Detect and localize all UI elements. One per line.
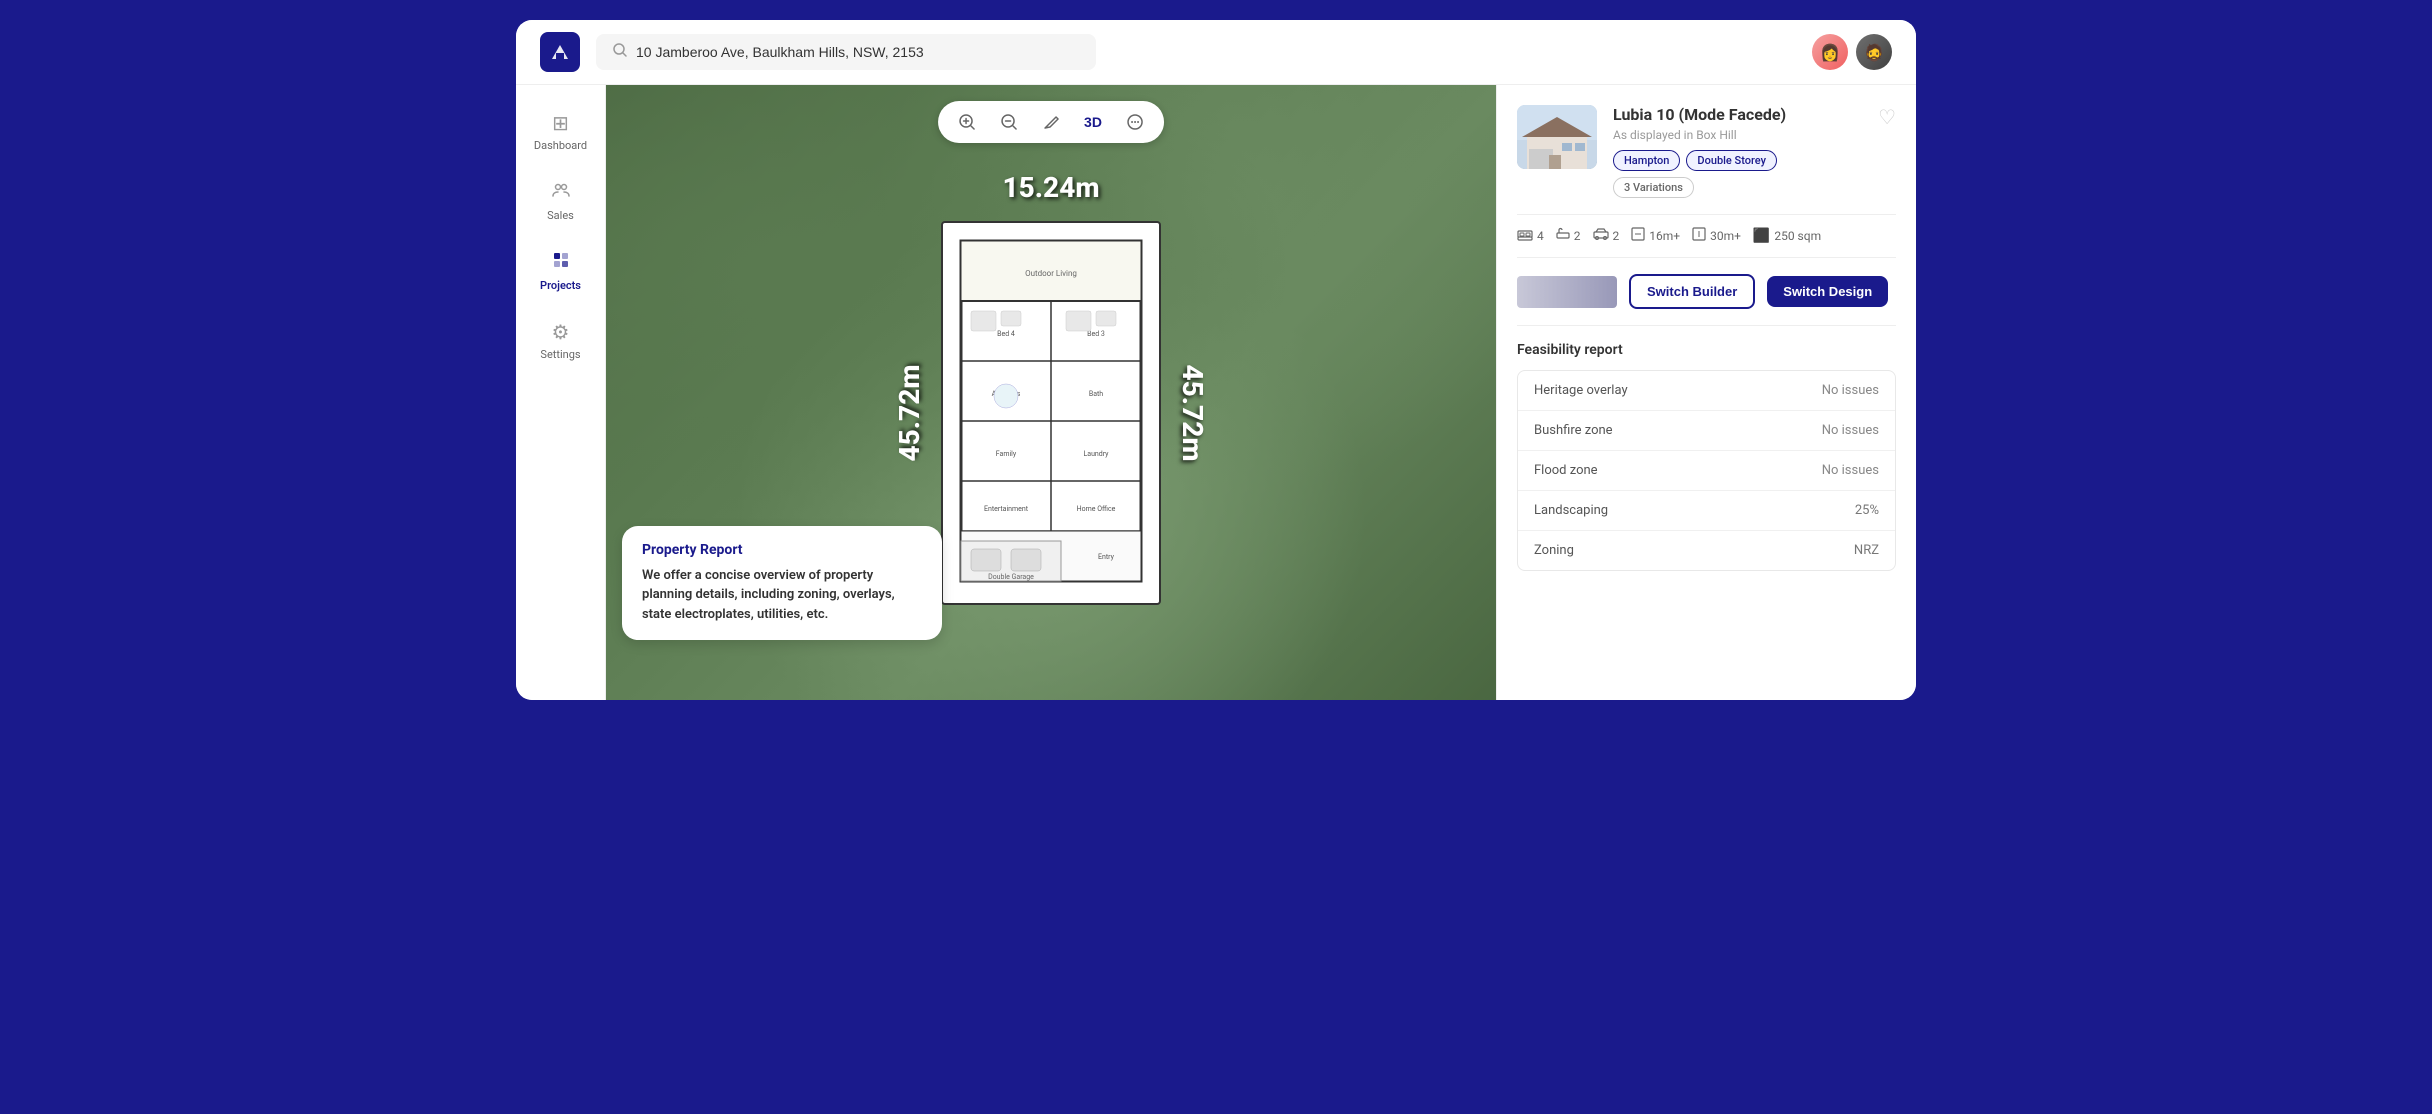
feasibility-row-flood: Flood zone No issues (1518, 451, 1895, 491)
top-bar-right: 👩 🧔 (1812, 34, 1892, 70)
svg-text:Entertainment: Entertainment (984, 505, 1029, 513)
svg-text:Bed 4: Bed 4 (997, 330, 1015, 338)
spec-cars-value: 2 (1613, 229, 1620, 243)
spec-cars: 2 (1593, 227, 1620, 245)
width-icon (1631, 227, 1645, 245)
content-area: 3D 15.24m (606, 85, 1916, 700)
sidebar-item-label-projects: Projects (540, 279, 581, 292)
sidebar-item-dashboard[interactable]: ⊞ Dashboard (525, 101, 597, 162)
feasibility-label-zoning: Zoning (1534, 543, 1574, 558)
depth-icon (1692, 227, 1706, 245)
spec-baths: 2 (1556, 227, 1581, 245)
car-icon (1593, 228, 1609, 244)
house-info: Lubia 10 (Mode Facede) As displayed in B… (1613, 105, 1862, 198)
main-layout: ⊞ Dashboard Sales (516, 85, 1916, 700)
switch-design-button[interactable]: Switch Design (1767, 276, 1888, 307)
feasibility-label-bushfire: Bushfire zone (1534, 423, 1613, 438)
sidebar-item-settings[interactable]: ⚙ Settings (525, 310, 597, 371)
property-report-bubble: Property Report We offer a concise overv… (622, 526, 942, 641)
svg-text:Entry: Entry (1098, 553, 1115, 561)
top-bar: 👩 🧔 (516, 20, 1916, 85)
switch-builder-button[interactable]: Switch Builder (1629, 274, 1755, 309)
tag-variations: 3 Variations (1613, 177, 1694, 198)
feasibility-title: Feasibility report (1517, 342, 1896, 358)
area-icon: ⬛ (1753, 228, 1770, 244)
feasibility-value-heritage: No issues (1822, 383, 1879, 398)
svg-text:Laundry: Laundry (1084, 450, 1110, 458)
sidebar-item-label-sales: Sales (547, 209, 574, 222)
spec-area: ⬛ 250 sqm (1753, 227, 1821, 245)
dimension-top: 15.24m (1002, 171, 1099, 204)
house-thumbnail (1517, 105, 1597, 169)
svg-text:Bed 3: Bed 3 (1087, 330, 1105, 338)
feasibility-row-zoning: Zoning NRZ (1518, 531, 1895, 570)
favorite-button[interactable]: ♡ (1878, 105, 1896, 130)
spec-beds: 4 (1517, 227, 1544, 245)
sidebar-item-label-settings: Settings (540, 348, 580, 361)
house-name: Lubia 10 (Mode Facede) (1613, 105, 1862, 124)
sidebar: ⊞ Dashboard Sales (516, 85, 606, 700)
house-subtext: As displayed in Box Hill (1613, 128, 1862, 142)
house-specs: 4 2 (1517, 214, 1896, 258)
feasibility-value-landscaping: 25% (1855, 503, 1879, 518)
search-input[interactable] (636, 44, 1080, 60)
feasibility-value-bushfire: No issues (1822, 423, 1879, 438)
spec-beds-value: 4 (1537, 229, 1544, 243)
tag-row: Hampton Double Storey 3 Variations (1613, 150, 1862, 198)
feasibility-row-heritage: Heritage overlay No issues (1518, 371, 1895, 411)
search-icon (612, 42, 628, 62)
svg-text:Bath: Bath (1089, 390, 1103, 398)
spec-width: 16m+ (1631, 227, 1680, 245)
tag-hampton: Hampton (1613, 150, 1680, 171)
feasibility-row-landscaping: Landscaping 25% (1518, 491, 1895, 531)
dimension-right: 45.72m (1176, 364, 1209, 461)
bath-icon (1556, 227, 1570, 245)
spec-area-value: 250 sqm (1774, 229, 1821, 243)
svg-text:Double Garage: Double Garage (988, 573, 1034, 581)
builder-row: Switch Builder Switch Design (1517, 274, 1896, 309)
house-thumb-image (1517, 105, 1597, 169)
settings-icon: ⚙ (552, 320, 570, 344)
projects-icon (551, 250, 571, 275)
dashboard-icon: ⊞ (552, 111, 569, 135)
dimension-left: 45.72m (893, 364, 926, 461)
right-panel: Lubia 10 (Mode Facede) As displayed in B… (1496, 85, 1916, 700)
feasibility-label-flood: Flood zone (1534, 463, 1598, 478)
spec-width-value: 16m+ (1649, 229, 1680, 243)
divider (1517, 325, 1896, 326)
bed-icon (1517, 227, 1533, 245)
feasibility-value-zoning: NRZ (1854, 543, 1879, 558)
map-section: 3D 15.24m (606, 85, 1496, 700)
builder-logo (1517, 276, 1617, 308)
floor-plan: Outdoor Living Bed 4 (941, 221, 1161, 605)
tag-double-storey: Double Storey (1686, 150, 1777, 171)
feasibility-table: Heritage overlay No issues Bushfire zone… (1517, 370, 1896, 571)
avatar-male: 🧔 (1856, 34, 1892, 70)
avatar-female: 👩 (1812, 34, 1848, 70)
feasibility-label-landscaping: Landscaping (1534, 503, 1608, 518)
feasibility-label-heritage: Heritage overlay (1534, 383, 1628, 398)
property-report-text: We offer a concise overview of property … (642, 566, 922, 625)
search-bar[interactable] (596, 34, 1096, 70)
svg-text:Home Office: Home Office (1077, 505, 1116, 513)
property-report-title: Property Report (642, 542, 922, 558)
svg-text:Outdoor Living: Outdoor Living (1025, 269, 1077, 278)
app-logo (540, 32, 580, 72)
sidebar-item-sales[interactable]: Sales (525, 170, 597, 232)
spec-depth-value: 30m+ (1710, 229, 1741, 243)
sidebar-item-label-dashboard: Dashboard (534, 139, 587, 152)
app-container: 👩 🧔 ⊞ Dashboard Sales (516, 20, 1916, 700)
spec-baths-value: 2 (1574, 229, 1581, 243)
sales-icon (551, 180, 571, 205)
spec-depth: 30m+ (1692, 227, 1741, 245)
svg-text:Family: Family (996, 450, 1017, 458)
sidebar-item-projects[interactable]: Projects (525, 240, 597, 302)
house-card: Lubia 10 (Mode Facede) As displayed in B… (1517, 105, 1896, 198)
feasibility-row-bushfire: Bushfire zone No issues (1518, 411, 1895, 451)
feasibility-value-flood: No issues (1822, 463, 1879, 478)
